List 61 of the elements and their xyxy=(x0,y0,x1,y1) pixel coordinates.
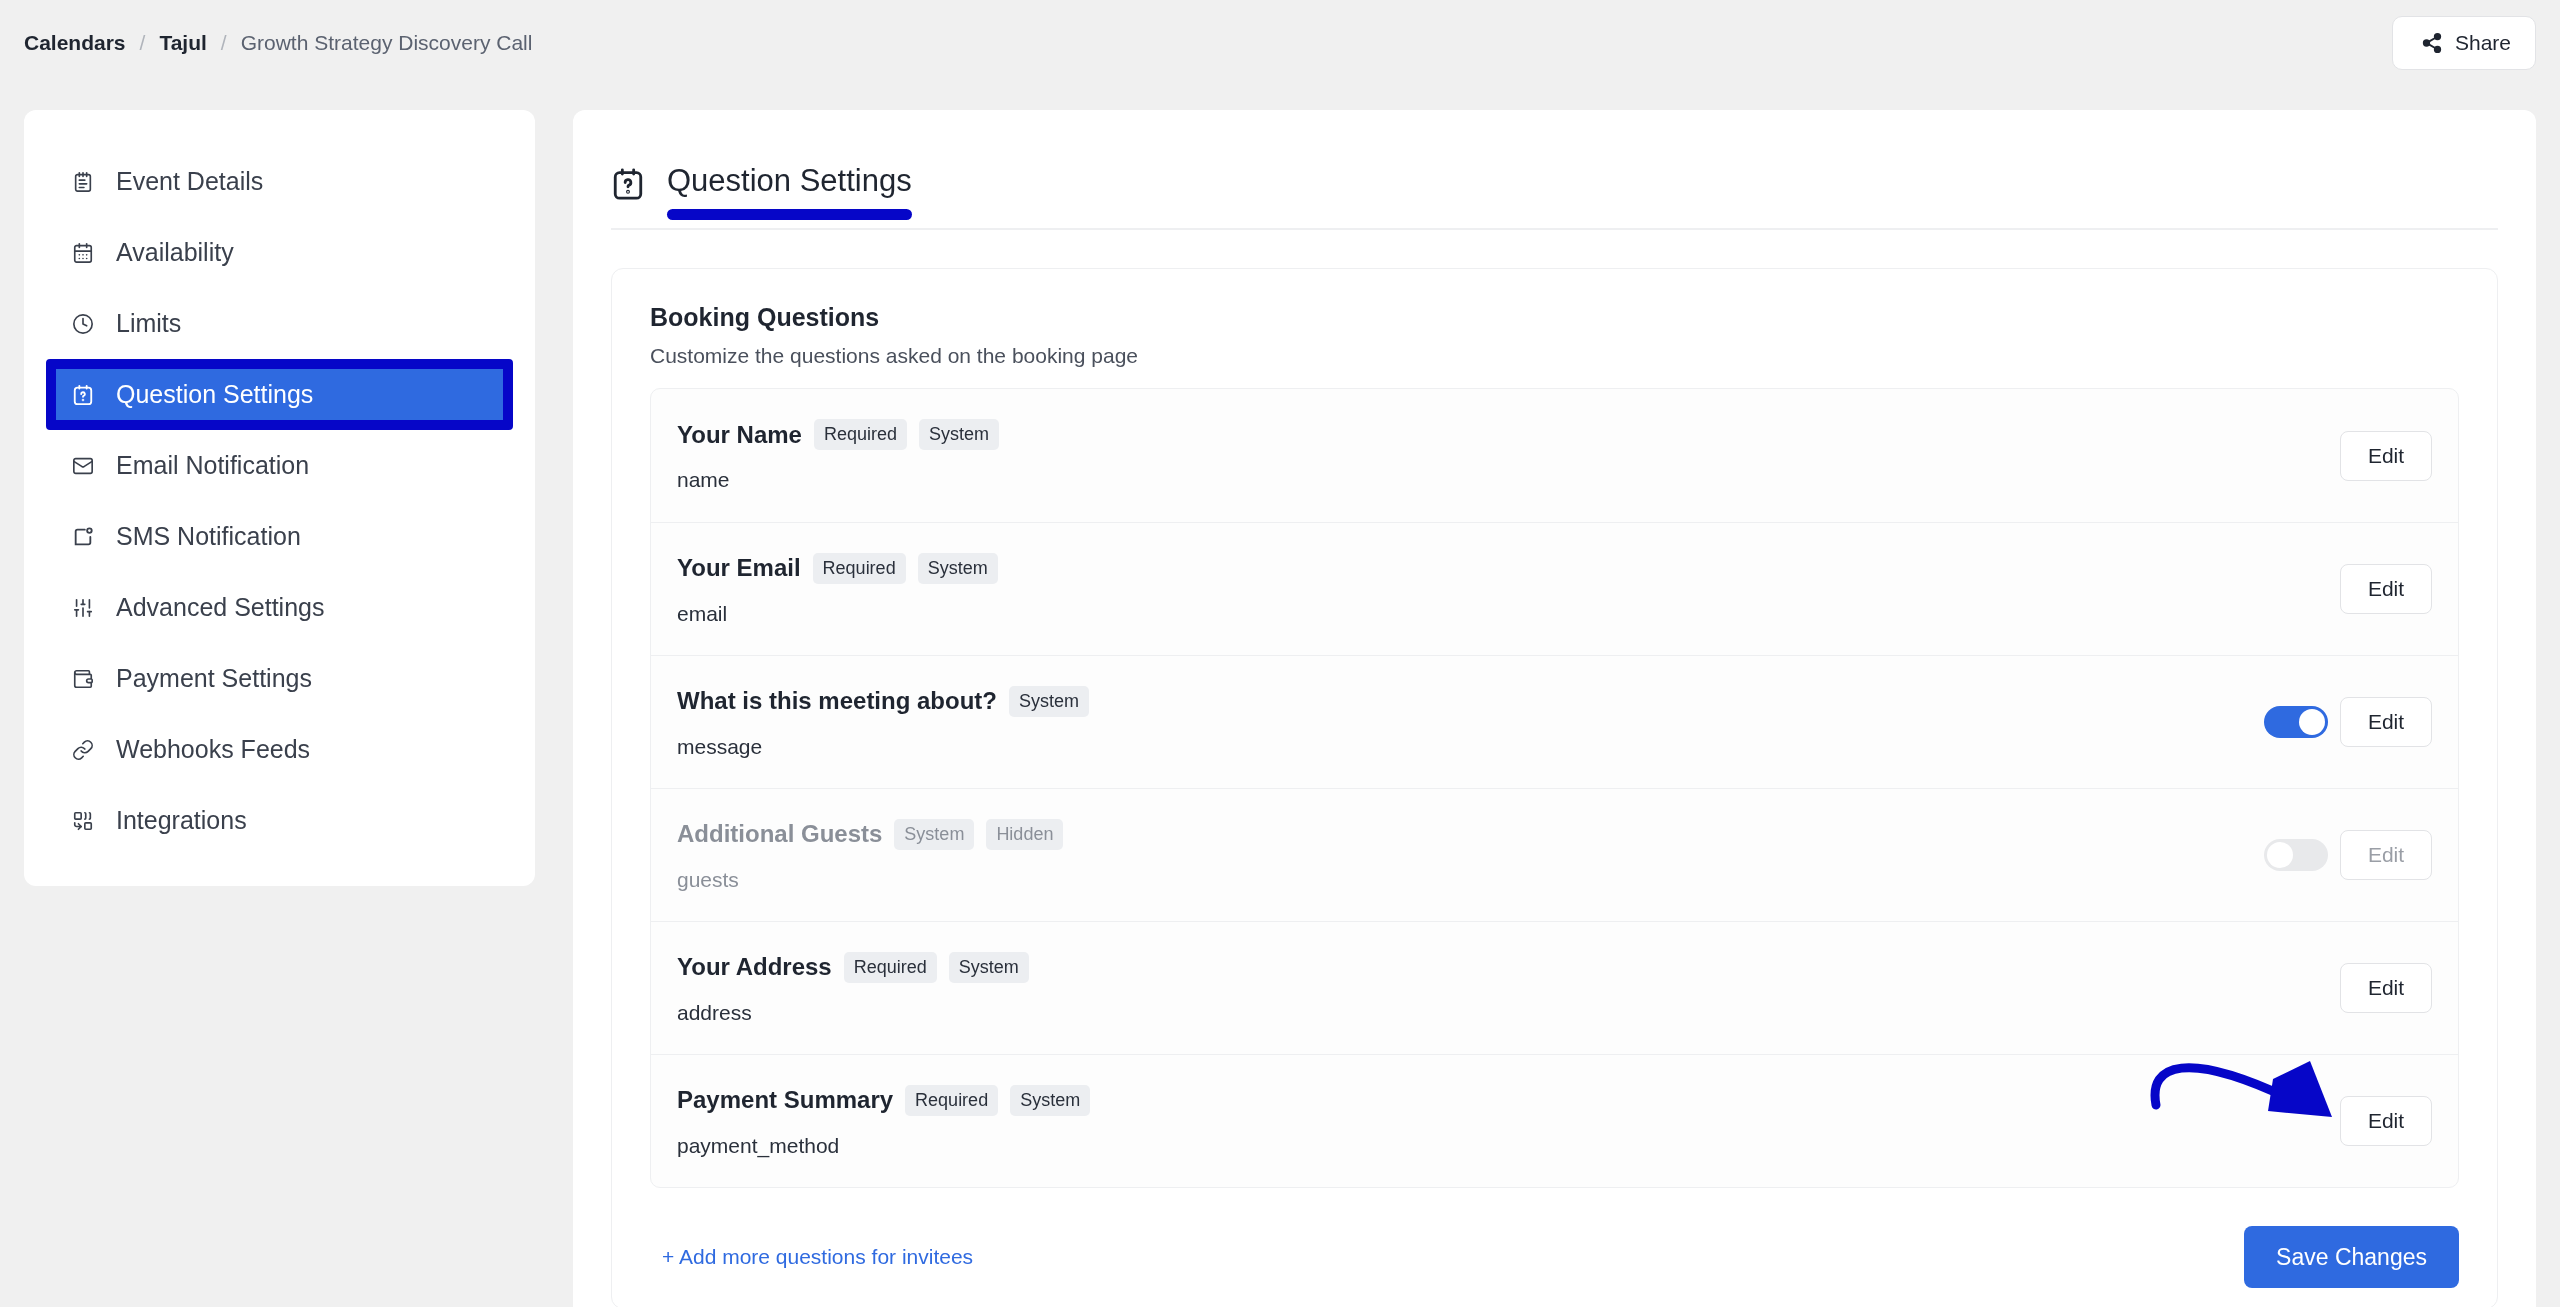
field-name: message xyxy=(677,734,764,759)
save-changes-button[interactable]: Save Changes xyxy=(2244,1226,2459,1288)
tag: System xyxy=(918,419,999,450)
page-title: Question Settings xyxy=(667,162,912,199)
breadcrumb-item: Growth Strategy Discovery Call xyxy=(240,31,533,55)
field-name: name xyxy=(677,468,731,492)
overlapping-squares-icon xyxy=(72,809,94,832)
breadcrumb-item[interactable]: Tajul xyxy=(159,31,207,55)
share-icon xyxy=(2420,32,2443,54)
sidebar-item[interactable]: Integrations xyxy=(46,785,513,856)
tag: System xyxy=(1009,685,1090,717)
sidebar-item[interactable]: Limits xyxy=(46,288,513,359)
field-name: address xyxy=(677,1000,753,1025)
sidebar-item[interactable]: Email Notification xyxy=(46,430,513,501)
question-label: Your Address xyxy=(677,953,832,981)
add-questions-link[interactable]: + Add more questions for invitees xyxy=(662,1245,974,1269)
edit-button[interactable]: Edit xyxy=(2340,1096,2432,1146)
sidebar-item[interactable]: SMS Notification xyxy=(46,501,513,572)
field-name: email xyxy=(677,601,729,626)
tag: System xyxy=(1010,1084,1091,1116)
section-subtitle: Customize the questions asked on the booking page xyxy=(650,344,1139,368)
calendar-icon xyxy=(72,241,94,264)
calendar-question-icon xyxy=(611,167,645,201)
edit-button[interactable]: Edit xyxy=(2340,430,2432,481)
link-icon xyxy=(72,738,94,761)
message-square-icon xyxy=(72,525,94,548)
breadcrumb-item[interactable]: Calendars xyxy=(24,31,126,55)
notepad-icon xyxy=(72,170,94,193)
sliders-icon xyxy=(72,596,94,619)
tag: Hidden xyxy=(986,818,1064,850)
tag: Required xyxy=(843,951,937,983)
question-label: Payment Summary xyxy=(677,1086,894,1114)
sidebar-item[interactable]: Availability xyxy=(46,217,513,288)
tag: System xyxy=(948,951,1029,983)
sidebar-item[interactable]: Payment Settings xyxy=(46,643,513,714)
share-button[interactable]: Share xyxy=(2391,16,2536,70)
question-label: Your Name xyxy=(677,420,802,449)
sidebar-item[interactable]: Advanced Settings xyxy=(46,572,513,643)
sidebar-item[interactable]: Question Settings xyxy=(46,359,513,430)
calendar-question-icon xyxy=(72,383,94,406)
wallet-icon xyxy=(72,667,94,690)
field-name: payment_method xyxy=(677,1133,841,1158)
tag: System xyxy=(894,818,975,850)
question-label: Additional Guests xyxy=(677,820,883,848)
question-label: Your Email xyxy=(677,554,801,582)
breadcrumb-separator: / xyxy=(220,31,227,55)
tag: Required xyxy=(813,419,907,450)
question-label: What is this meeting about? xyxy=(677,687,997,715)
tag: System xyxy=(917,552,998,584)
section-title: Booking Questions xyxy=(650,303,881,332)
breadcrumb-separator: / xyxy=(139,31,146,55)
edit-button[interactable]: Edit xyxy=(2340,564,2432,614)
toggle-switch[interactable] xyxy=(2264,706,2328,738)
tag: Required xyxy=(812,552,906,584)
edit-button[interactable]: Edit xyxy=(2340,963,2432,1013)
tag: Required xyxy=(905,1084,999,1116)
field-name: guests xyxy=(677,867,740,892)
sidebar-item[interactable]: Webhooks Feeds xyxy=(46,714,513,785)
clock-icon xyxy=(72,312,94,335)
sidebar-item[interactable]: Event Details xyxy=(46,146,513,217)
edit-button[interactable]: Edit xyxy=(2340,697,2432,747)
